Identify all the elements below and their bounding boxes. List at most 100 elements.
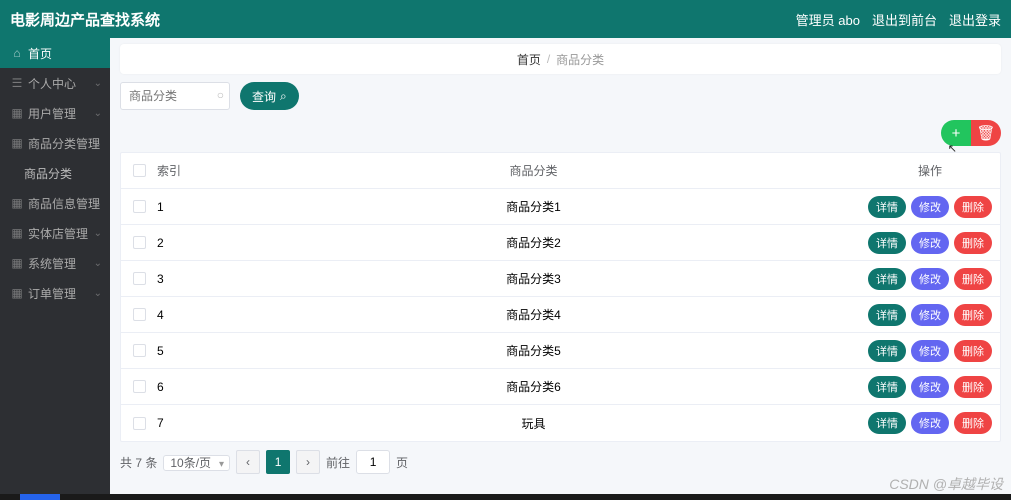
detail-button[interactable]: 详情: [868, 268, 906, 290]
logout-link[interactable]: 退出登录: [949, 10, 1001, 29]
delete-button[interactable]: 删除: [954, 304, 992, 326]
next-page-button[interactable]: ›: [296, 450, 320, 474]
delete-button[interactable]: 删除: [954, 268, 992, 290]
sidebar-item-label: 商品信息管理: [28, 195, 100, 212]
sidebar-item-label: 系统管理: [28, 255, 76, 272]
sidebar-item-label: 商品分类管理: [28, 135, 100, 152]
row-index: 5: [157, 344, 207, 358]
page-unit: 页: [396, 454, 408, 471]
sidebar-item-1[interactable]: ☰个人中心⌄: [0, 68, 110, 98]
category-table: 索引 商品分类 操作 1商品分类1详情修改删除2商品分类2详情修改删除3商品分类…: [120, 152, 1001, 442]
row-category: 商品分类5: [207, 342, 860, 359]
sidebar-item-5[interactable]: ▦商品信息管理⌄: [0, 188, 110, 218]
chevron-down-icon: ⌄: [94, 228, 102, 239]
breadcrumb-current: 商品分类: [556, 51, 604, 68]
detail-button[interactable]: 详情: [868, 340, 906, 362]
row-category: 玩具: [207, 415, 860, 432]
row-checkbox[interactable]: [133, 236, 146, 249]
edit-button[interactable]: 修改: [911, 412, 949, 434]
page-size-select[interactable]: 10条/页: [163, 455, 230, 471]
delete-button[interactable]: 删除: [954, 232, 992, 254]
breadcrumb-home[interactable]: 首页: [517, 51, 541, 68]
table-row: 7玩具详情修改删除: [121, 405, 1000, 441]
row-category: 商品分类1: [207, 198, 860, 215]
breadcrumb-separator: /: [547, 52, 550, 66]
menu-icon: ▦: [10, 196, 24, 210]
edit-button[interactable]: 修改: [911, 232, 949, 254]
row-index: 3: [157, 272, 207, 286]
sidebar-item-3[interactable]: ▦商品分类管理⌄: [0, 128, 110, 158]
edit-button[interactable]: 修改: [911, 376, 949, 398]
chevron-down-icon: ⌄: [94, 108, 102, 119]
row-category: 商品分类3: [207, 270, 860, 287]
delete-button[interactable]: 删除: [954, 376, 992, 398]
row-checkbox[interactable]: [133, 344, 146, 357]
detail-button[interactable]: 详情: [868, 232, 906, 254]
sidebar-item-6[interactable]: ▦ 实体店管理 ⌄: [0, 218, 110, 248]
table-row: 3商品分类3 详情修改删除: [121, 261, 1000, 297]
search-button[interactable]: 查询 ⌕: [240, 82, 299, 110]
select-all-checkbox[interactable]: [133, 164, 146, 177]
menu-icon: ▦: [10, 136, 24, 150]
sidebar-item-7[interactable]: ▦系统管理⌄: [0, 248, 110, 278]
edit-button[interactable]: 修改: [911, 304, 949, 326]
goto-label: 前往: [326, 454, 350, 471]
detail-button[interactable]: 详情: [868, 304, 906, 326]
detail-button[interactable]: 详情: [868, 376, 906, 398]
menu-icon: ▦: [10, 256, 24, 270]
search-row: ○ 查询 ⌕: [120, 82, 1001, 110]
menu-icon: ⌂: [10, 46, 24, 60]
sidebar-item-8[interactable]: ▦订单管理⌄: [0, 278, 110, 308]
sidebar-item-label: 个人中心: [28, 75, 76, 92]
sidebar-nav: ⌂首页☰个人中心⌄▦用户管理⌄▦商品分类管理⌄商品分类▦商品信息管理⌄▦实体店管…: [0, 38, 110, 500]
pagination-total: 共 7 条: [120, 454, 157, 471]
row-category: 商品分类4: [207, 306, 860, 323]
row-checkbox[interactable]: [133, 200, 146, 213]
row-checkbox[interactable]: [133, 380, 146, 393]
sidebar-item-label: 实体店管理: [28, 225, 88, 242]
row-index: 2: [157, 236, 207, 250]
watermark: CSDN @卓越毕设: [889, 474, 1003, 494]
table-header-row: 索引 商品分类 操作: [121, 153, 1000, 189]
row-checkbox[interactable]: [133, 417, 146, 430]
menu-icon: ☰: [10, 76, 24, 90]
header-category: 商品分类: [207, 162, 860, 179]
sidebar-item-0[interactable]: ⌂首页: [0, 38, 110, 68]
sidebar-item-4[interactable]: 商品分类: [0, 158, 110, 188]
edit-button[interactable]: 修改: [911, 340, 949, 362]
menu-icon: ▦: [10, 106, 24, 120]
table-row: 2商品分类2 详情修改删除: [121, 225, 1000, 261]
header-ops: 操作: [860, 162, 1000, 179]
admin-label[interactable]: 管理员 abo: [796, 10, 860, 29]
detail-button[interactable]: 详情: [868, 412, 906, 434]
page-number-1[interactable]: 1: [266, 450, 290, 474]
row-index: 1: [157, 200, 207, 214]
header-actions: 管理员 abo 退出到前台 退出登录: [796, 10, 1001, 29]
delete-button[interactable]: 删除: [954, 412, 992, 434]
sidebar-item-label: 订单管理: [28, 285, 76, 302]
sidebar-item-2[interactable]: ▦用户管理⌄: [0, 98, 110, 128]
search-icon: ⌕: [280, 89, 287, 104]
goto-page-input[interactable]: [356, 450, 390, 474]
row-checkbox[interactable]: [133, 272, 146, 285]
row-category: 商品分类2: [207, 234, 860, 251]
trash-icon: 🗑: [976, 124, 995, 142]
header-index: 索引: [157, 162, 207, 179]
edit-button[interactable]: 修改: [911, 196, 949, 218]
edit-button[interactable]: 修改: [911, 268, 949, 290]
delete-button[interactable]: 删除: [954, 340, 992, 362]
row-index: 7: [157, 416, 207, 430]
category-search-input[interactable]: [120, 82, 230, 110]
main-content: 首页 / 商品分类 ○ 查询 ⌕ + 🗑 ↖ 索引: [110, 38, 1011, 500]
row-checkbox[interactable]: [133, 308, 146, 321]
delete-button[interactable]: 删除: [954, 196, 992, 218]
row-index: 6: [157, 380, 207, 394]
prev-page-button[interactable]: ‹: [236, 450, 260, 474]
bulk-delete-button[interactable]: 🗑: [971, 120, 1001, 146]
row-index: 4: [157, 308, 207, 322]
exit-to-front-link[interactable]: 退出到前台: [872, 10, 937, 29]
sidebar-item-label: 商品分类: [24, 165, 72, 182]
breadcrumb: 首页 / 商品分类: [120, 44, 1001, 74]
menu-icon: ▦: [10, 226, 24, 240]
detail-button[interactable]: 详情: [868, 196, 906, 218]
